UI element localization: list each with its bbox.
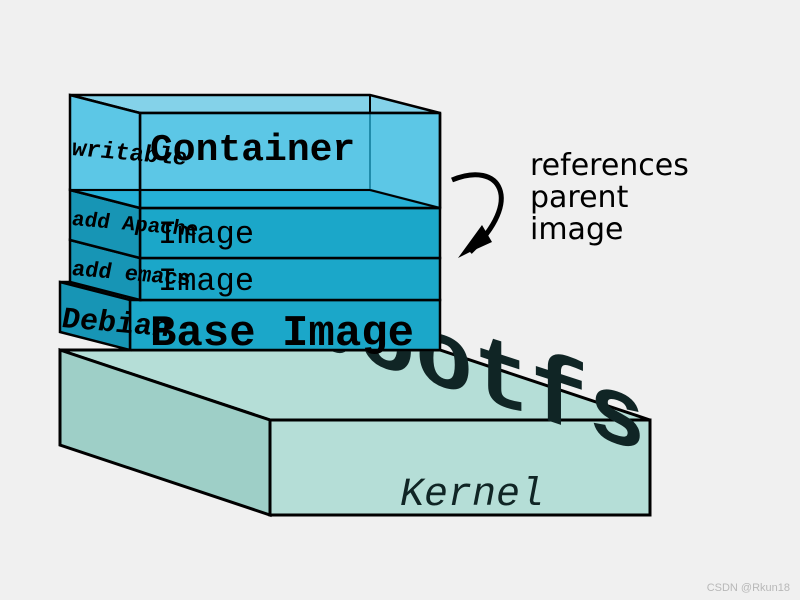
base-right-label: Base Image xyxy=(150,309,414,359)
references-annotation: references parent image xyxy=(452,148,698,258)
annotation-line2: parent xyxy=(530,180,629,215)
annotation-line1: references xyxy=(530,148,689,183)
docker-layers-diagram: bootfs Kernel Debian Base Image add emac… xyxy=(0,0,800,600)
container-layer: writable Container xyxy=(70,95,440,208)
apache-right-label: Image xyxy=(158,216,254,253)
svg-text:references parent: references parent image xyxy=(530,148,698,247)
watermark: CSDN @Rkun18 xyxy=(707,582,790,594)
annotation-line3: image xyxy=(530,212,623,247)
container-right-label: Container xyxy=(150,129,355,172)
kernel-label: Kernel xyxy=(400,473,544,518)
emacs-right-label: Image xyxy=(158,263,254,300)
